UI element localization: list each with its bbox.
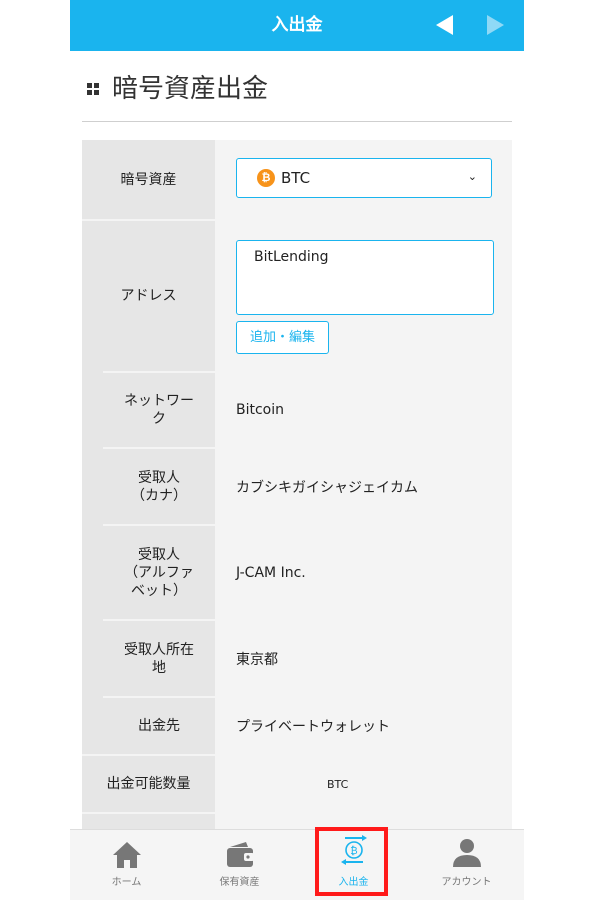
network-value: Bitcoin [236, 402, 285, 418]
grid-icon [87, 83, 99, 95]
tab-assets-label: 保有資産 [219, 877, 260, 888]
wallet-icon [226, 842, 254, 867]
forward-arrow-icon[interactable] [487, 15, 504, 35]
recipient-alpha-row: 受取人 （アルファ ベット） J-CAM Inc. [82, 526, 512, 619]
asset-select-value: BTC [281, 169, 311, 187]
back-arrow-icon[interactable] [436, 15, 453, 35]
asset-label: 暗号資産 [82, 140, 215, 219]
address-row: アドレス BitLending 追加・編集 [82, 221, 512, 371]
withdraw-form: 暗号資産 ₿ BTC ⌄ アドレス BitLending 追加・編集 ネットワー… [82, 140, 512, 840]
recipient-location-value: 東京都 [236, 651, 278, 668]
available-row: 出金可能数量 BTC [82, 756, 512, 812]
destination-value: プライベートウォレット [236, 719, 390, 735]
header-title: 入出金 [271, 15, 323, 35]
title-divider [82, 121, 512, 122]
tab-home-label: ホーム [111, 877, 142, 888]
available-label: 出金可能数量 [82, 756, 215, 812]
address-field[interactable]: BitLending [236, 240, 494, 315]
available-unit: BTC [327, 777, 349, 791]
chevron-down-icon: ⌄ [467, 170, 477, 183]
page-title: 暗号資産出金 [112, 74, 269, 104]
network-label: ネットワーク [103, 373, 215, 447]
tab-assets[interactable]: 保有資産 [183, 830, 296, 900]
asset-select[interactable]: ₿ BTC ⌄ [236, 158, 492, 198]
tab-account[interactable]: アカウント [410, 830, 523, 900]
address-label: アドレス [82, 221, 215, 371]
account-icon [452, 839, 481, 867]
destination-row: 出金先 プライベートウォレット [82, 698, 512, 754]
recipient-kana-label: 受取人 （カナ） [103, 449, 215, 524]
tab-home[interactable]: ホーム [70, 830, 183, 900]
app-screen: 入出金 暗号資産出金 暗号資産 ₿ BTC ⌄ アドレス BitLending [70, 0, 524, 900]
recipient-alpha-label: 受取人 （アルファ ベット） [103, 526, 215, 619]
add-edit-button[interactable]: 追加・編集 [236, 321, 329, 354]
tab-account-label: アカウント [441, 877, 492, 888]
recipient-kana-row: 受取人 （カナ） カブシキガイシャジェイカム [82, 449, 512, 524]
home-icon [112, 842, 141, 868]
network-row: ネットワーク Bitcoin [82, 373, 512, 447]
highlight-box [315, 827, 388, 896]
bottom-nav: ホーム 保有資産 ₿ 入出金 アカウント [70, 829, 524, 900]
recipient-location-label: 受取人所在地 [103, 621, 215, 696]
recipient-location-row: 受取人所在地 東京都 [82, 621, 512, 696]
header-bar: 入出金 [70, 0, 524, 51]
recipient-alpha-value: J-CAM Inc. [236, 564, 306, 581]
asset-row: 暗号資産 ₿ BTC ⌄ [82, 140, 512, 219]
destination-label: 出金先 [103, 698, 215, 754]
bitcoin-icon: ₿ [257, 169, 275, 187]
recipient-kana-value: カブシキガイシャジェイカム [236, 479, 418, 496]
